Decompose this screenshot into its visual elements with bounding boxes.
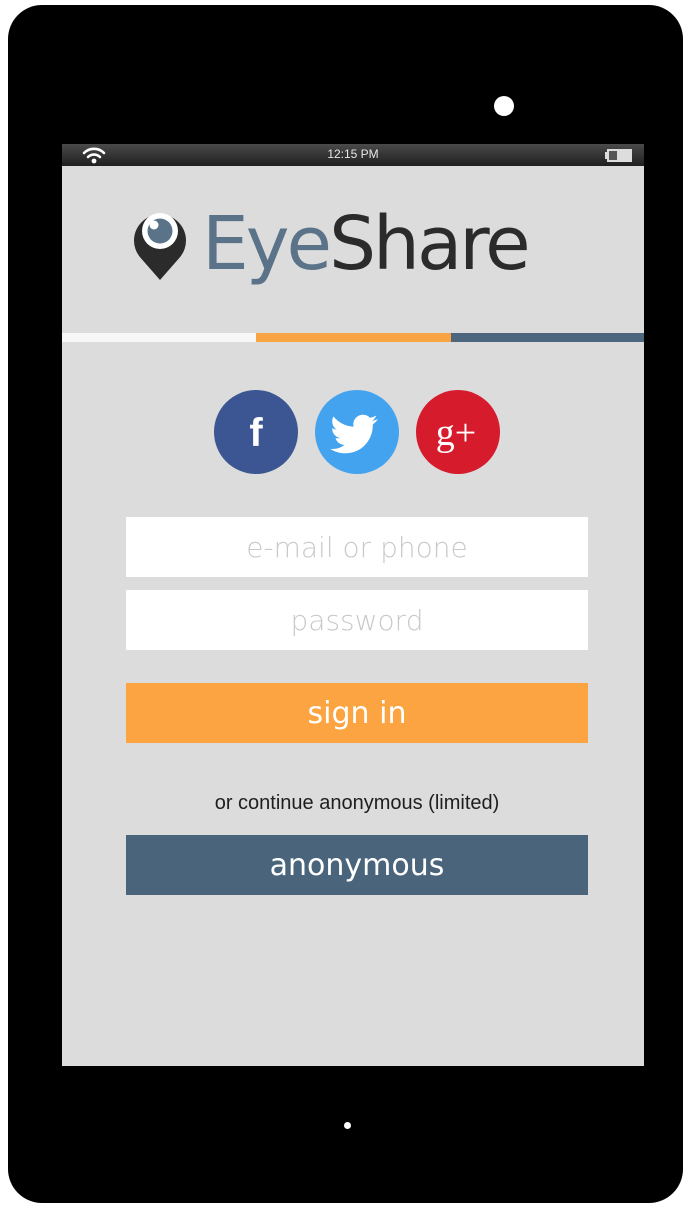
google-plus-login-button[interactable]: g+ <box>416 390 500 474</box>
anonymous-hint-text: or continue anonymous (limited) <box>214 792 500 814</box>
battery-icon <box>605 149 633 167</box>
google-plus-icon: g+ <box>436 412 476 454</box>
home-indicator <box>344 1122 351 1129</box>
accent-stripe-orange <box>256 333 451 342</box>
sign-in-button[interactable]: sign in <box>126 683 588 743</box>
twitter-icon <box>330 414 378 454</box>
accent-stripe-blue <box>451 333 644 342</box>
accent-stripe-white <box>62 333 256 342</box>
logo-text-share: Share <box>329 201 531 287</box>
app-logo-text: EyeShare <box>202 199 531 289</box>
status-time: 12:15 PM <box>327 147 379 161</box>
location-pin-eye-icon <box>126 200 194 287</box>
status-bar: 12:15 PM <box>62 144 644 166</box>
anonymous-button[interactable]: anonymous <box>126 835 588 895</box>
email-or-phone-input[interactable] <box>126 517 588 577</box>
facebook-login-button[interactable]: f <box>214 390 298 474</box>
google-plus-glyph: g+ <box>436 412 476 454</box>
password-input[interactable] <box>126 590 588 650</box>
facebook-glyph: f <box>249 411 263 455</box>
front-camera <box>494 96 514 116</box>
logo-text-eye: Eye <box>202 201 332 287</box>
twitter-login-button[interactable] <box>315 390 399 474</box>
app-screen: 12:15 PM EyeShare f g+ e-mail or phone s… <box>62 144 644 1066</box>
facebook-icon: f <box>249 411 263 455</box>
